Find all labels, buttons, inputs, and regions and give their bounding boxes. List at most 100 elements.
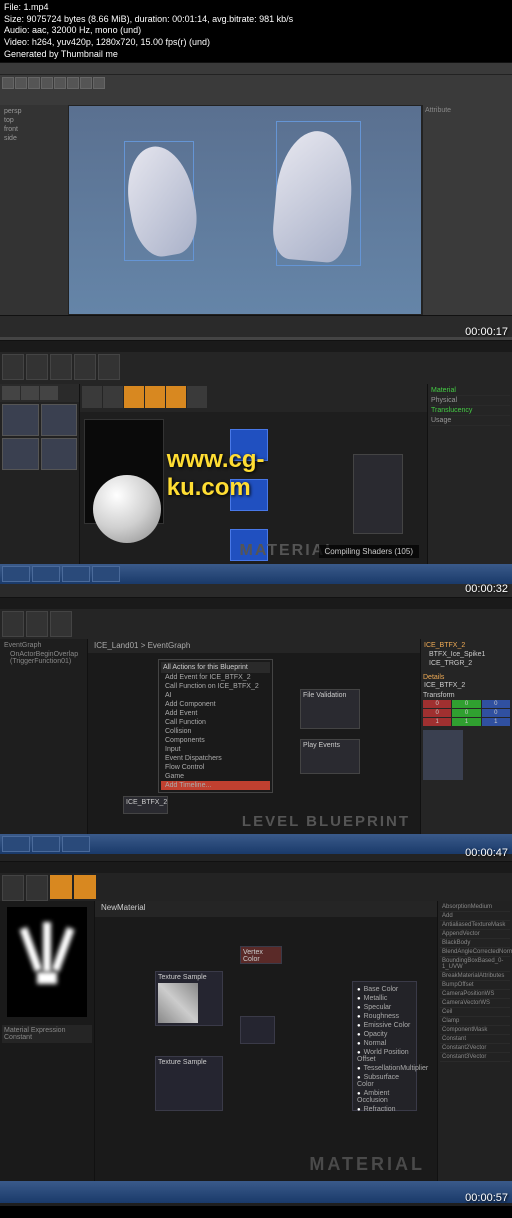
camera-item[interactable]: side — [2, 134, 66, 143]
tool-button[interactable] — [50, 354, 72, 380]
vertex-color-node[interactable]: Vertex Color — [240, 946, 282, 964]
maya-viewport[interactable] — [68, 105, 422, 315]
tool-button[interactable] — [80, 77, 92, 89]
tool-button[interactable] — [93, 77, 105, 89]
output-pin[interactable]: World Position Offset — [356, 1048, 413, 1064]
taskbar-item[interactable] — [92, 566, 120, 582]
palette-item[interactable]: CameraPositionWS — [440, 990, 510, 999]
camera-item[interactable]: top — [2, 116, 66, 125]
asset-thumbnail[interactable] — [41, 438, 78, 470]
menu-item[interactable]: AI — [161, 691, 270, 700]
material-preview[interactable] — [84, 419, 164, 524]
camera-item[interactable]: persp — [2, 107, 66, 116]
menu-item[interactable]: Game — [161, 772, 270, 781]
material-graph[interactable]: MATERIAL Compiling Shaders (105) www.cg-… — [80, 384, 427, 564]
apply-button[interactable] — [145, 386, 165, 408]
blueprint-node[interactable]: ICE_BTFX_2 — [123, 796, 168, 814]
palette-item[interactable]: AbsorptionMedium — [440, 903, 510, 912]
tool-button[interactable] — [54, 77, 66, 89]
maya-attribute-editor[interactable]: Attribute — [422, 105, 512, 315]
ue-toolbar[interactable] — [0, 873, 512, 901]
mesh-preview[interactable] — [423, 730, 463, 780]
tree-item[interactable]: EventGraph — [2, 641, 85, 650]
taskbar-item[interactable] — [62, 836, 90, 852]
texture-sample-node[interactable] — [230, 479, 268, 511]
event-graph[interactable]: ICE_Land01 > EventGraph All Actions for … — [88, 639, 420, 834]
output-pin[interactable]: Roughness — [356, 1012, 413, 1021]
palette-item[interactable]: BlendAngleCorrectedNormals — [440, 948, 510, 957]
save-icon[interactable] — [82, 386, 102, 408]
palette-item[interactable]: CameraVectorWS — [440, 999, 510, 1008]
modes-tabs[interactable] — [0, 384, 79, 402]
my-blueprint-panel[interactable]: EventGraph OnActorBeginOverlap (TriggerF… — [0, 639, 88, 834]
ue-toolbar[interactable] — [0, 352, 512, 384]
output-pin[interactable]: Ambient Occlusion — [356, 1089, 413, 1105]
palette-item[interactable]: BlackBody — [440, 939, 510, 948]
menu-item[interactable]: Add Event for ICE_BTFX_2 — [161, 673, 270, 682]
maya-toolbar[interactable] — [0, 75, 512, 105]
math-node[interactable] — [240, 1016, 275, 1044]
output-pin[interactable]: Refraction — [356, 1105, 413, 1114]
output-pin[interactable]: Normal — [356, 1039, 413, 1048]
hierarchy-item[interactable]: BTFX_Ice_Spike1 — [423, 650, 510, 659]
menu-item[interactable]: Event Dispatchers — [161, 754, 270, 763]
material-preview[interactable] — [7, 907, 87, 1017]
taskbar-item[interactable] — [32, 566, 60, 582]
taskbar-item[interactable] — [32, 836, 60, 852]
landscape-icon[interactable] — [40, 386, 58, 400]
texture-sample-node[interactable] — [230, 429, 268, 461]
apply-button[interactable] — [74, 875, 96, 899]
palette-item[interactable]: BreakMaterialAttributes — [440, 972, 510, 981]
palette-item[interactable]: Clamp — [440, 1017, 510, 1026]
save-button[interactable] — [2, 875, 24, 901]
content-browser[interactable] — [0, 402, 79, 472]
tool-button[interactable] — [26, 354, 48, 380]
start-button[interactable] — [2, 566, 30, 582]
windows-taskbar[interactable] — [0, 834, 512, 854]
home-button[interactable] — [50, 875, 72, 899]
palette-item[interactable]: Constant2Vector — [440, 1044, 510, 1053]
maya-menubar[interactable] — [0, 63, 512, 75]
context-menu[interactable]: All Actions for this Blueprint Add Event… — [158, 659, 273, 793]
windows-taskbar[interactable] — [0, 564, 512, 584]
hierarchy-item[interactable]: ICE_TRGR_2 — [423, 659, 510, 668]
node-graph[interactable] — [170, 419, 423, 539]
play-button[interactable] — [98, 354, 120, 380]
preview-panel[interactable]: Material Expression Constant — [0, 901, 95, 1181]
palette-item[interactable]: ComponentMask — [440, 1026, 510, 1035]
panel-header[interactable]: ICE_BTFX_2 — [423, 641, 510, 650]
start-button[interactable] — [2, 836, 30, 852]
home-button[interactable] — [124, 386, 144, 408]
blueprint-node[interactable]: File Validation — [300, 689, 360, 729]
search-button[interactable] — [26, 875, 48, 901]
details-panel[interactable]: ICE_BTFX_2 BTFX_Ice_Spike1 ICE_TRGR_2 De… — [420, 639, 512, 834]
tool-button[interactable] — [187, 386, 207, 408]
output-pin[interactable]: Subsurface Color — [356, 1073, 413, 1089]
tab[interactable]: NewMaterial — [95, 901, 437, 917]
texture-sample-node[interactable]: Texture Sample — [155, 971, 223, 1026]
output-pin[interactable]: Emissive Color — [356, 1021, 413, 1030]
camera-item[interactable]: front — [2, 125, 66, 134]
ue-menubar[interactable] — [0, 598, 512, 609]
play-button[interactable] — [50, 611, 72, 637]
menu-item[interactable]: Add Timeline... — [161, 781, 270, 790]
material-output-node[interactable]: Base Color Metallic Specular Roughness E… — [352, 981, 417, 1111]
breadcrumb[interactable]: ICE_Land01 > EventGraph — [88, 639, 420, 653]
menu-item[interactable]: Call Function — [161, 718, 270, 727]
menu-item[interactable]: Add Event — [161, 709, 270, 718]
palette-item[interactable]: BumpOffset — [440, 981, 510, 990]
search-icon[interactable] — [103, 386, 123, 408]
property-row[interactable]: Usage — [430, 416, 510, 426]
output-pin[interactable]: Specular — [356, 1003, 413, 1012]
property-row[interactable]: Material — [430, 386, 510, 396]
tree-item[interactable]: OnActorBeginOverlap (TriggerFunction01) — [2, 650, 85, 666]
output-pin[interactable]: TessellationMultiplier — [356, 1064, 413, 1073]
asset-thumbnail[interactable] — [2, 404, 39, 436]
material-toolbar[interactable] — [80, 384, 427, 412]
ue-menubar[interactable] — [0, 341, 512, 352]
palette-item[interactable]: Ceil — [440, 1008, 510, 1017]
palette-item[interactable]: Constant3Vector — [440, 1053, 510, 1062]
material-output-node[interactable] — [353, 454, 403, 534]
property-row[interactable]: Physical — [430, 396, 510, 406]
property-row[interactable]: Translucency — [430, 406, 510, 416]
